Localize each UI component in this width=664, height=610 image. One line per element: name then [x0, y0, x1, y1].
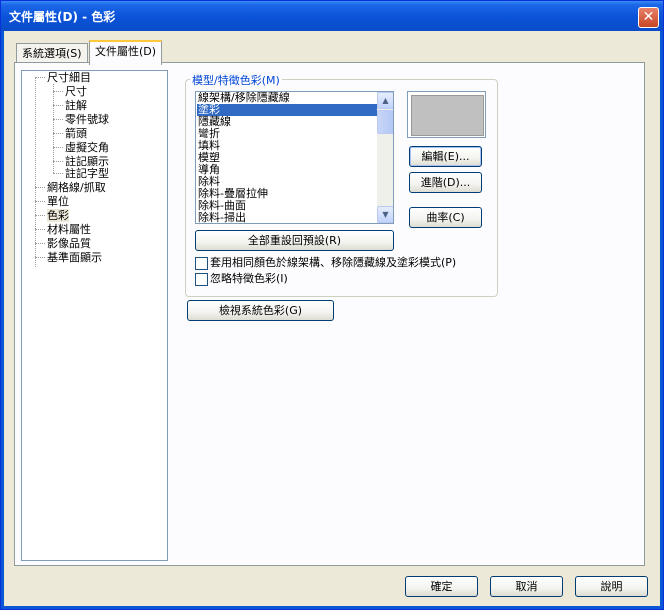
tree-connector: [35, 187, 45, 188]
list-item[interactable]: 導角: [197, 164, 377, 176]
reset-all-button[interactable]: 全部重設回預設(R): [195, 230, 394, 251]
cancel-button[interactable]: 取消: [490, 576, 563, 597]
color-preview: [407, 91, 486, 138]
tree-connector: [53, 173, 63, 174]
tree-item-material-properties[interactable]: 材料屬性: [47, 223, 91, 236]
advanced-button[interactable]: 進階(D)...: [409, 172, 482, 193]
curvature-button[interactable]: 曲率(C): [409, 207, 482, 228]
list-scrollbar[interactable]: ▲ ▼: [377, 92, 393, 223]
list-item[interactable]: 線架構/移除隱藏線: [197, 92, 377, 104]
tree-connector: [53, 105, 63, 106]
scroll-up-icon[interactable]: ▲: [377, 92, 393, 109]
window-title: 文件屬性(D) - 色彩: [9, 10, 116, 24]
tree-connector: [35, 243, 45, 244]
dialog-window: 文件屬性(D) - 色彩 ✕ 系統選項(S) 文件屬性(D) 尺寸細目 尺寸 註…: [0, 0, 664, 610]
tree-connector: [53, 91, 63, 92]
scroll-down-icon[interactable]: ▼: [377, 206, 393, 223]
same-color-label: 套用相同顏色於線架構、移除隱藏線及塗彩模式(P): [210, 256, 457, 269]
tree-item-balloons[interactable]: 零件號球: [65, 113, 109, 126]
title-bar[interactable]: 文件屬性(D) - 色彩 ✕: [1, 1, 663, 31]
tree-item-units[interactable]: 單位: [47, 195, 69, 208]
tab-document-properties[interactable]: 文件屬性(D): [89, 40, 163, 65]
dialog-body: 系統選項(S) 文件屬性(D) 尺寸細目 尺寸 註解 零件號球 箭頭 虛擬交角 …: [4, 31, 660, 606]
tree-item-notes[interactable]: 註解: [65, 99, 87, 112]
close-icon[interactable]: ✕: [638, 7, 659, 28]
tab-system-options[interactable]: 系統選項(S): [16, 43, 88, 63]
color-swatch: [411, 95, 484, 136]
tree-connector: [53, 84, 54, 173]
help-button[interactable]: 說明: [575, 576, 648, 597]
list-item[interactable]: 彎折: [197, 128, 377, 140]
same-color-checkbox[interactable]: [195, 257, 208, 270]
tree-connector: [53, 161, 63, 162]
scroll-thumb[interactable]: [377, 110, 393, 134]
tree-connector: [35, 229, 45, 230]
tree-item-colors[interactable]: 色彩: [47, 209, 69, 222]
tree-item-dimensions[interactable]: 尺寸: [65, 85, 87, 98]
list-item[interactable]: 模塑: [197, 152, 377, 164]
edit-button[interactable]: 編輯(E)...: [409, 146, 482, 167]
group-label: 模型/特徵色彩(M): [190, 72, 282, 88]
tree-item-dimension-detail[interactable]: 尺寸細目: [47, 71, 91, 84]
options-tree[interactable]: 尺寸細目 尺寸 註解 零件號球 箭頭 虛擬交角 註記顯示 註記字型 網格線/抓取…: [21, 70, 168, 561]
tree-item-virtual-sharps[interactable]: 虛擬交角: [65, 141, 109, 154]
tree-connector: [35, 77, 45, 78]
list-item[interactable]: 隱藏線: [197, 116, 377, 128]
tab-label: 文件屬性(D): [95, 45, 157, 58]
tree-item-arrows[interactable]: 箭頭: [65, 127, 87, 140]
tree-item-annotation-font[interactable]: 註記字型: [65, 167, 109, 180]
tree-connector: [35, 201, 45, 202]
tab-panel: 尺寸細目 尺寸 註解 零件號球 箭頭 虛擬交角 註記顯示 註記字型 網格線/抓取…: [14, 62, 645, 566]
tree-connector: [35, 257, 45, 258]
tree-item-image-quality[interactable]: 影像品質: [47, 237, 91, 250]
tree-connector: [53, 119, 63, 120]
tree-item-plane-display[interactable]: 基準面顯示: [47, 251, 102, 264]
tree-connector: [53, 133, 63, 134]
tree-connector: [35, 215, 45, 216]
tree-connector: [53, 147, 63, 148]
tree-connector: [35, 77, 36, 267]
ignore-feature-colors-label: 忽略特徵色彩(I): [210, 272, 288, 285]
list-item[interactable]: 除料-掃出: [197, 212, 377, 224]
feature-color-list[interactable]: 線架構/移除隱藏線 塗彩 隱藏線 彎折 填料 模塑 導角 除料 除料-疊層拉伸 …: [195, 91, 394, 224]
view-system-colors-button[interactable]: 檢視系統色彩(G): [187, 300, 334, 321]
list-item[interactable]: 填料: [197, 140, 377, 152]
tree-item-grid-snap[interactable]: 網格線/抓取: [47, 181, 106, 194]
ignore-feature-colors-checkbox[interactable]: [195, 273, 208, 286]
ok-button[interactable]: 確定: [405, 576, 478, 597]
tab-label: 系統選項(S): [22, 47, 82, 60]
